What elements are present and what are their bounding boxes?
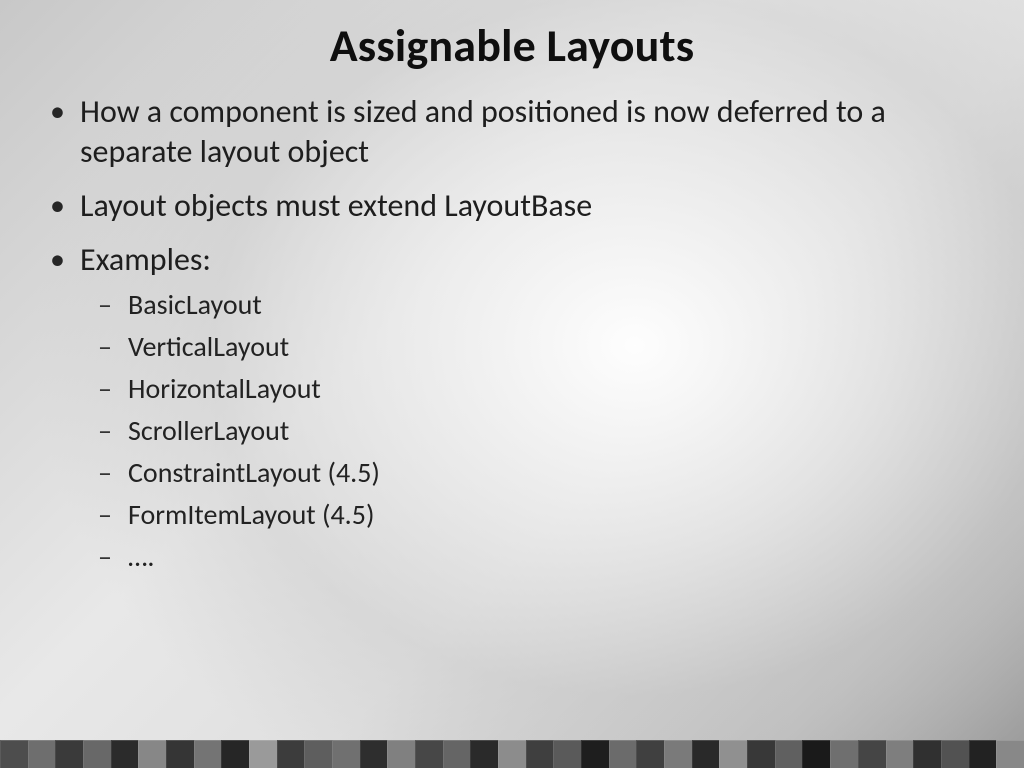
strip-square [802, 740, 830, 768]
strip-square [719, 740, 747, 768]
strip-square [360, 740, 388, 768]
strip-square [55, 740, 83, 768]
slide-title: Assignable Layouts [0, 0, 1024, 74]
strip-square [166, 740, 194, 768]
strip-square [332, 740, 360, 768]
sub-bullet-item: …. [128, 536, 984, 578]
decorative-strip [0, 740, 1024, 768]
strip-square [636, 740, 664, 768]
strip-square [0, 740, 28, 768]
strip-square [747, 740, 775, 768]
strip-square [304, 740, 332, 768]
bullet-list: How a component is sized and positioned … [40, 92, 984, 578]
strip-square [941, 740, 969, 768]
strip-square [221, 740, 249, 768]
strip-square [470, 740, 498, 768]
strip-square [553, 740, 581, 768]
strip-square [28, 740, 56, 768]
sub-bullet-item: BasicLayout [128, 284, 984, 326]
bullet-item: How a component is sized and positioned … [80, 92, 984, 172]
strip-square [996, 740, 1024, 768]
strip-square [609, 740, 637, 768]
bullet-item-text: Examples: [80, 240, 211, 279]
slide-content: How a component is sized and positioned … [0, 74, 1024, 578]
sub-bullet-item: ScrollerLayout [128, 410, 984, 452]
strip-square [138, 740, 166, 768]
sub-bullet-list: BasicLayout VerticalLayout HorizontalLay… [80, 284, 984, 578]
strip-square [581, 740, 609, 768]
strip-square [415, 740, 443, 768]
sub-bullet-item: ConstraintLayout (4.5) [128, 452, 984, 494]
slide: Assignable Layouts How a component is si… [0, 0, 1024, 768]
bullet-item: Examples: BasicLayout VerticalLayout Hor… [80, 240, 984, 578]
strip-square [387, 740, 415, 768]
strip-square [249, 740, 277, 768]
strip-square [83, 740, 111, 768]
bullet-item: Layout objects must extend LayoutBase [80, 186, 984, 226]
sub-bullet-item: FormItemLayout (4.5) [128, 494, 984, 536]
sub-bullet-item: VerticalLayout [128, 326, 984, 368]
strip-square [443, 740, 471, 768]
strip-square [913, 740, 941, 768]
strip-square [111, 740, 139, 768]
strip-square [526, 740, 554, 768]
strip-square [664, 740, 692, 768]
strip-square [277, 740, 305, 768]
strip-square [692, 740, 720, 768]
strip-square [498, 740, 526, 768]
sub-bullet-item: HorizontalLayout [128, 368, 984, 410]
strip-square [830, 740, 858, 768]
strip-square [886, 740, 914, 768]
strip-square [194, 740, 222, 768]
strip-square [858, 740, 886, 768]
strip-square [969, 740, 997, 768]
strip-square [775, 740, 803, 768]
